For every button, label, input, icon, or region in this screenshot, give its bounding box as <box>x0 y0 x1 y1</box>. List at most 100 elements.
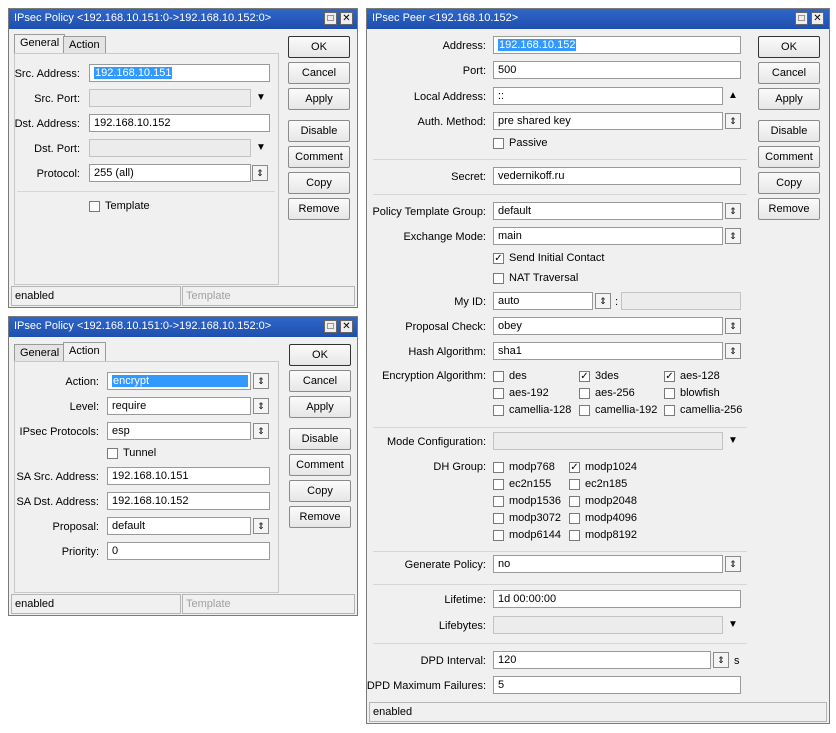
lifetime-field[interactable]: 1d 00:00:00 <box>493 590 741 608</box>
checkbox-box[interactable] <box>493 404 504 416</box>
exchange-mode-field[interactable]: main <box>493 227 723 245</box>
checkbox-box[interactable] <box>569 529 580 541</box>
auth-method-field[interactable]: pre shared key <box>493 112 723 130</box>
mode-configuration-field[interactable] <box>493 432 723 450</box>
hash-algorithm-field[interactable]: sha1 <box>493 342 723 360</box>
ok-button[interactable]: OK <box>289 344 351 366</box>
dropdown-icon[interactable]: ⇕ <box>713 652 729 668</box>
action-field[interactable]: encrypt <box>107 372 251 390</box>
checkbox-box[interactable] <box>493 387 504 399</box>
dropdown-icon[interactable]: ⇕ <box>252 165 268 181</box>
enc-camellia-256-checkbox[interactable]: camellia-256 <box>664 404 742 416</box>
ok-button[interactable]: OK <box>288 36 350 58</box>
chevron-up-icon[interactable]: ▲ <box>728 90 738 102</box>
port-field[interactable]: 500 <box>493 61 741 79</box>
enc-3des-checkbox[interactable]: ✓ 3des <box>579 370 619 382</box>
dropdown-icon[interactable]: ⇕ <box>253 423 269 439</box>
close-icon[interactable]: ✕ <box>811 12 824 25</box>
enc-camellia-128-checkbox[interactable]: camellia-128 <box>493 404 571 416</box>
send-initial-contact-checkbox[interactable]: ✓ Send Initial Contact <box>493 252 604 264</box>
enc-aes-192-checkbox[interactable]: aes-192 <box>493 387 549 399</box>
close-icon[interactable]: ✕ <box>340 320 353 333</box>
dropdown-icon[interactable]: ⇕ <box>725 343 741 359</box>
disable-button[interactable]: Disable <box>289 428 351 450</box>
check-icon[interactable]: ✓ <box>569 461 580 473</box>
chevron-down-icon[interactable]: ▼ <box>256 92 266 104</box>
dh-modp768-checkbox[interactable]: modp768 <box>493 461 555 473</box>
checkbox-box[interactable] <box>579 387 590 399</box>
local-address-field[interactable]: :: <box>493 87 723 105</box>
dh-modp2048-checkbox[interactable]: modp2048 <box>569 495 637 507</box>
dpd-max-failures-field[interactable]: 5 <box>493 676 741 694</box>
dh-modp4096-checkbox[interactable]: modp4096 <box>569 512 637 524</box>
apply-button[interactable]: Apply <box>758 88 820 110</box>
chevron-down-icon[interactable]: ▼ <box>256 142 266 154</box>
checkbox-box[interactable] <box>664 387 675 399</box>
checkbox-box[interactable] <box>569 478 580 490</box>
checkbox-box[interactable] <box>493 137 504 149</box>
enc-camellia-192-checkbox[interactable]: camellia-192 <box>579 404 657 416</box>
priority-field[interactable]: 0 <box>107 542 270 560</box>
checkbox-box[interactable] <box>493 478 504 490</box>
proposal-check-field[interactable]: obey <box>493 317 723 335</box>
dropdown-icon[interactable]: ⇕ <box>725 318 741 334</box>
dh-modp8192-checkbox[interactable]: modp8192 <box>569 529 637 541</box>
dropdown-icon[interactable]: ⇕ <box>725 203 741 219</box>
chevron-down-icon[interactable]: ▼ <box>728 619 738 631</box>
checkbox-box[interactable] <box>493 272 504 284</box>
ipsec-protocols-field[interactable]: esp <box>107 422 251 440</box>
checkbox-box[interactable] <box>493 370 504 382</box>
checkbox-box[interactable] <box>493 529 504 541</box>
proposal-field[interactable]: default <box>107 517 251 535</box>
dh-ec2n185-checkbox[interactable]: ec2n185 <box>569 478 627 490</box>
lifebytes-field[interactable] <box>493 616 723 634</box>
secret-field[interactable]: vedernikoff.ru <box>493 167 741 185</box>
my-id-field[interactable]: auto <box>493 292 593 310</box>
dh-modp3072-checkbox[interactable]: modp3072 <box>493 512 561 524</box>
comment-button[interactable]: Comment <box>288 146 350 168</box>
cancel-button[interactable]: Cancel <box>289 370 351 392</box>
tab-general[interactable]: General <box>14 344 66 362</box>
tab-general[interactable]: General <box>14 34 66 54</box>
dh-modp1024-checkbox[interactable]: ✓ modp1024 <box>569 461 637 473</box>
src-address-field[interactable]: 192.168.10.151 <box>89 64 270 82</box>
checkbox-box[interactable] <box>493 461 504 473</box>
address-field[interactable]: 192.168.10.152 <box>493 36 741 54</box>
enc-aes-128-checkbox[interactable]: ✓ aes-128 <box>664 370 720 382</box>
remove-button[interactable]: Remove <box>758 198 820 220</box>
checkbox-box[interactable] <box>89 200 100 212</box>
template-checkbox[interactable]: Template <box>89 200 150 212</box>
checkbox-box[interactable] <box>569 512 580 524</box>
tunnel-checkbox[interactable]: Tunnel <box>107 447 156 459</box>
dropdown-icon[interactable]: ⇕ <box>725 228 741 244</box>
copy-button[interactable]: Copy <box>288 172 350 194</box>
checkbox-box[interactable] <box>579 404 590 416</box>
apply-button[interactable]: Apply <box>288 88 350 110</box>
title-bar[interactable]: IPsec Policy <192.168.10.151:0->192.168.… <box>9 9 357 29</box>
close-icon[interactable]: ✕ <box>340 12 353 25</box>
dropdown-icon[interactable]: ⇕ <box>725 556 741 572</box>
dh-modp1536-checkbox[interactable]: modp1536 <box>493 495 561 507</box>
dst-port-field[interactable] <box>89 139 251 157</box>
checkbox-box[interactable] <box>493 495 504 507</box>
minimize-icon[interactable]: □ <box>795 12 808 25</box>
copy-button[interactable]: Copy <box>289 480 351 502</box>
minimize-icon[interactable]: □ <box>324 12 337 25</box>
tab-action[interactable]: Action <box>63 342 106 362</box>
ok-button[interactable]: OK <box>758 36 820 58</box>
remove-button[interactable]: Remove <box>289 506 351 528</box>
sa-dst-address-field[interactable]: 192.168.10.152 <box>107 492 270 510</box>
protocol-field[interactable]: 255 (all) <box>89 164 251 182</box>
minimize-icon[interactable]: □ <box>324 320 337 333</box>
dpd-interval-field[interactable]: 120 <box>493 651 711 669</box>
src-port-field[interactable] <box>89 89 251 107</box>
title-bar[interactable]: IPsec Policy <192.168.10.151:0->192.168.… <box>9 317 357 337</box>
dh-modp6144-checkbox[interactable]: modp6144 <box>493 529 561 541</box>
check-icon[interactable]: ✓ <box>493 252 504 264</box>
dropdown-icon[interactable]: ⇕ <box>595 293 611 309</box>
checkbox-box[interactable] <box>493 512 504 524</box>
dropdown-icon[interactable]: ⇕ <box>725 113 741 129</box>
nat-traversal-checkbox[interactable]: NAT Traversal <box>493 272 578 284</box>
checkbox-box[interactable] <box>664 404 675 416</box>
enc-blowfish-checkbox[interactable]: blowfish <box>664 387 720 399</box>
